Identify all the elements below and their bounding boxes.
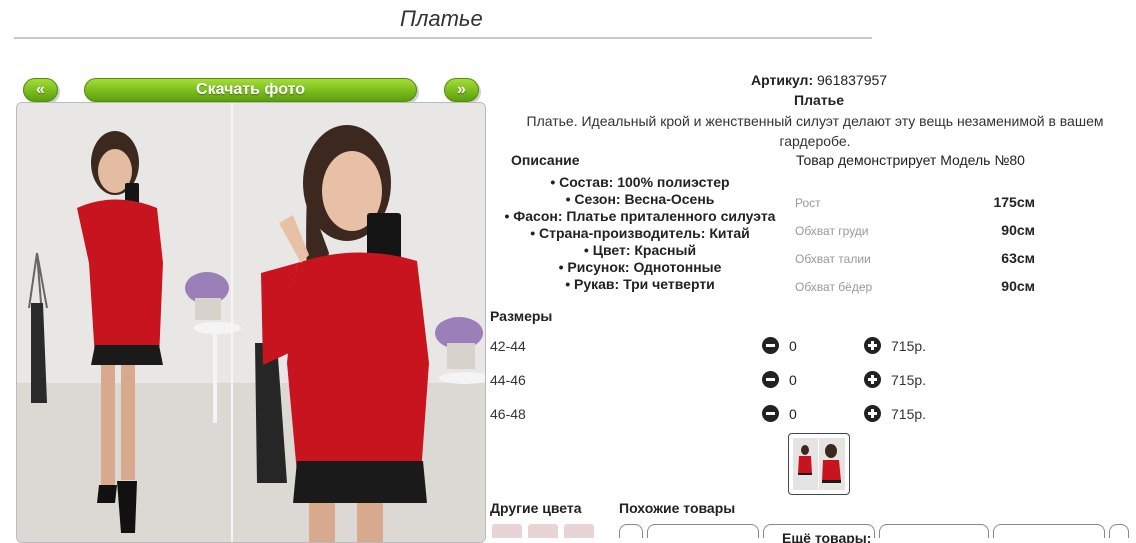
decrease-qty-icon[interactable] bbox=[762, 371, 779, 388]
similar-product-card[interactable] bbox=[619, 524, 643, 538]
decrease-qty-icon[interactable] bbox=[762, 405, 779, 422]
size-row: 42-44 0 715р. bbox=[490, 336, 1130, 356]
size-row: 44-46 0 715р. bbox=[490, 370, 1130, 390]
page-title: Платье bbox=[400, 6, 483, 31]
model-line: Товар демонстрирует Модель №80 bbox=[796, 152, 1025, 168]
measurement-value: 63см bbox=[1001, 250, 1035, 266]
sizes-heading: Размеры bbox=[490, 308, 553, 324]
increase-qty-icon[interactable] bbox=[864, 371, 881, 388]
product-photo-image bbox=[17, 103, 485, 542]
quantity-value: 0 bbox=[789, 338, 797, 354]
measurement-row: Обхват бёдер 90см bbox=[795, 274, 1035, 302]
decrease-qty-icon[interactable] bbox=[762, 337, 779, 354]
spec-item: • Сезон: Весна-Осень bbox=[565, 191, 715, 207]
increase-qty-icon[interactable] bbox=[864, 405, 881, 422]
size-label: 42-44 bbox=[490, 338, 526, 354]
measurement-label: Обхват талии bbox=[795, 252, 871, 266]
product-description: Платье. Идеальный крой и женственный сил… bbox=[526, 113, 1104, 149]
similar-product-card[interactable] bbox=[993, 524, 1105, 538]
spec-item: • Страна-производитель: Китай bbox=[530, 225, 750, 241]
product-photo[interactable] bbox=[16, 102, 486, 543]
article-row: Артикул: 961837957 bbox=[751, 72, 887, 88]
spec-item: • Рукав: Три четверти bbox=[565, 276, 715, 292]
size-label: 46-48 bbox=[490, 406, 526, 422]
measurement-label: Рост bbox=[795, 196, 821, 210]
size-price: 715р. bbox=[891, 372, 927, 388]
spec-item: • Состав: 100% полиэстер bbox=[550, 174, 730, 190]
specs-list: • Состав: 100% полиэстер • Сезон: Весна-… bbox=[490, 174, 790, 293]
measurement-label: Обхват груди bbox=[795, 224, 869, 238]
measurement-row: Обхват талии 63см bbox=[795, 246, 1035, 274]
other-colors-heading: Другие цвета bbox=[490, 500, 582, 516]
quantity-value: 0 bbox=[789, 372, 797, 388]
more-products-heading: Ещё товары: bbox=[782, 530, 872, 543]
model-measurements: Рост 175см Обхват груди 90см Обхват тали… bbox=[795, 190, 1035, 302]
similar-products-heading: Похожие товары bbox=[619, 500, 736, 516]
similar-product-card[interactable] bbox=[1109, 524, 1129, 538]
color-variant[interactable] bbox=[492, 524, 522, 538]
title-divider bbox=[14, 37, 872, 39]
measurement-row: Рост 175см bbox=[795, 190, 1035, 218]
similar-product-card[interactable] bbox=[879, 524, 989, 538]
specs-heading: Описание bbox=[511, 152, 580, 168]
thumbnail-image bbox=[793, 438, 845, 490]
product-name: Платье bbox=[794, 92, 844, 108]
download-photo-button[interactable]: Скачать фото bbox=[84, 78, 417, 102]
spec-item: • Рисунок: Однотонные bbox=[558, 259, 722, 275]
article-label: Артикул: bbox=[751, 72, 814, 88]
prev-photo-button[interactable]: « bbox=[23, 78, 58, 102]
size-price: 715р. bbox=[891, 338, 927, 354]
size-price: 715р. bbox=[891, 406, 927, 422]
measurement-label: Обхват бёдер bbox=[795, 280, 873, 294]
size-row: 46-48 0 715р. bbox=[490, 404, 1130, 424]
next-photo-button[interactable]: » bbox=[444, 78, 479, 102]
similar-product-card[interactable] bbox=[647, 524, 759, 538]
quantity-value: 0 bbox=[789, 406, 797, 422]
color-variant[interactable] bbox=[528, 524, 558, 538]
measurement-value: 90см bbox=[1001, 222, 1035, 238]
article-value: 961837957 bbox=[817, 72, 888, 88]
spec-item: • Цвет: Красный bbox=[583, 242, 697, 258]
measurement-row: Обхват груди 90см bbox=[795, 218, 1035, 246]
spec-item: • Фасон: Платье приталенного силуэта bbox=[504, 208, 776, 224]
measurement-value: 175см bbox=[993, 194, 1035, 210]
measurement-value: 90см bbox=[1001, 278, 1035, 294]
color-variant[interactable] bbox=[564, 524, 594, 538]
size-label: 44-46 bbox=[490, 372, 526, 388]
increase-qty-icon[interactable] bbox=[864, 337, 881, 354]
photo-thumbnail[interactable] bbox=[788, 433, 850, 495]
